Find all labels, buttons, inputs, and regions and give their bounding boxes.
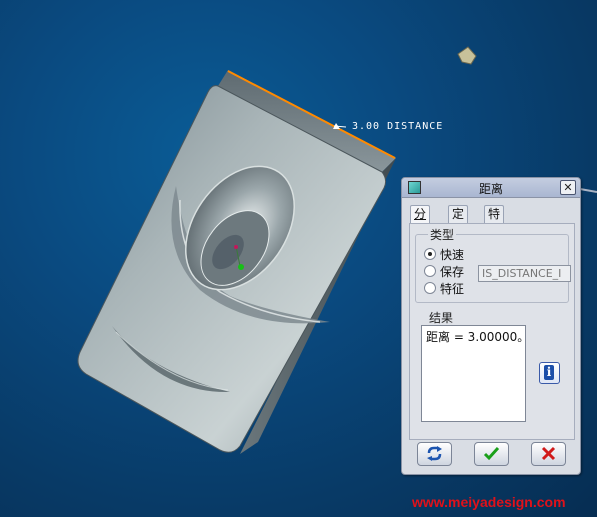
save-name-field[interactable]: IS_DISTANCE_I	[478, 265, 571, 282]
checkmark-icon	[483, 446, 500, 461]
type-group: 类型 快速 保存 IS_DISTANCE_I 特征	[415, 226, 571, 303]
repeat-icon	[427, 446, 442, 461]
radio-quick-button[interactable]	[424, 248, 436, 260]
tab-feature[interactable]: 特征	[484, 205, 505, 238]
result-text-area[interactable]: 距离 = 3.00000。	[421, 325, 529, 422]
distance-dialog: 距离 ✕ 分析 定义 特征 类型 快速 保存 IS_DISTANCE_I 特征 …	[401, 177, 581, 475]
dimension-label: 3.00 DISTANCE	[352, 121, 444, 132]
watermark: www.meiyadesign.com	[412, 494, 566, 510]
dialog-titlebar[interactable]: 距离 ✕	[402, 178, 580, 198]
info-button[interactable]: i	[539, 362, 560, 384]
type-group-label: 类型	[428, 226, 457, 243]
radio-save-label: 保存	[440, 265, 465, 279]
info-icon: i	[544, 365, 554, 380]
radio-save-button[interactable]	[424, 265, 436, 277]
radio-feature-label: 特征	[440, 282, 465, 296]
radio-quick-label: 快速	[440, 248, 465, 262]
cross-icon	[541, 446, 556, 461]
tab-definition[interactable]: 定义	[448, 205, 469, 238]
close-button[interactable]: ✕	[560, 180, 576, 195]
radio-feature-button[interactable]	[424, 282, 436, 294]
result-group-label: 结果	[427, 309, 456, 326]
ok-button[interactable]	[474, 442, 509, 466]
tab-analysis[interactable]: 分析	[410, 205, 431, 238]
dialog-title: 距离	[478, 182, 503, 196]
cancel-button[interactable]	[531, 442, 566, 466]
cursor-icon	[457, 46, 477, 65]
tab-panel: 类型 快速 保存 IS_DISTANCE_I 特征 结果 距离 = 3.0000…	[409, 223, 575, 440]
repeat-button[interactable]	[417, 442, 452, 466]
